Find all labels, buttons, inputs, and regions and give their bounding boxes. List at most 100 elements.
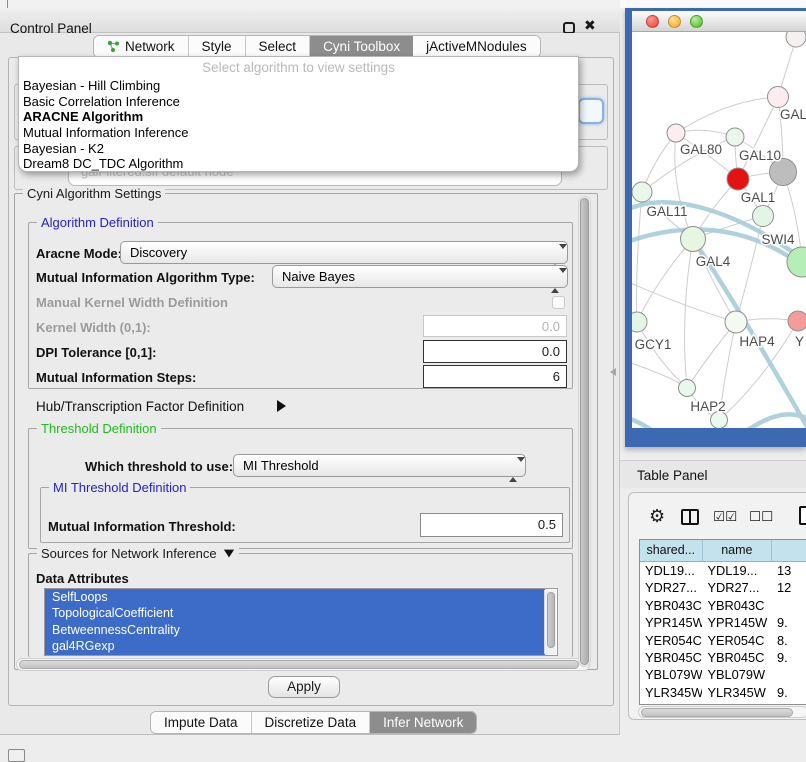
- algorithm-combo-fragment[interactable]: [578, 98, 604, 124]
- settings-horizontal-scrollbar[interactable]: [16, 658, 590, 671]
- table-row[interactable]: YBR043CYBR043C: [640, 597, 806, 614]
- cell: YLR345W: [640, 684, 702, 701]
- cell: YLR345W: [702, 684, 772, 701]
- attribute-item-selected[interactable]: gal4RGexp: [45, 638, 545, 654]
- tab-impute-data[interactable]: Impute Data: [151, 712, 252, 733]
- popup-item-selected[interactable]: ARACNE Algorithm: [19, 109, 578, 125]
- attribute-item-selected[interactable]: TopologicalCoefficient: [45, 605, 545, 621]
- node-table: shared... name YDL19...YDL19...13 YDR27.…: [639, 539, 806, 705]
- deselect-all-icon[interactable]: ☐☐: [749, 509, 773, 525]
- node-GAL10[interactable]: [726, 128, 744, 146]
- network-window-titlebar[interactable]: [632, 11, 806, 32]
- table-row[interactable]: YBL079WYBL079W: [640, 666, 806, 683]
- mi-steps-input[interactable]: 6: [423, 365, 567, 388]
- popup-item[interactable]: Basic Correlation Inference: [19, 94, 578, 110]
- attribute-item-selected[interactable]: BetweennessCentrality: [45, 622, 545, 638]
- popup-item[interactable]: Dream8 DC_TDC Algorithm: [19, 156, 578, 172]
- which-threshold-combo[interactable]: MI Threshold: [233, 454, 526, 477]
- cell: YDL19...: [702, 562, 772, 579]
- scrollbar-thumb[interactable]: [19, 660, 579, 669]
- table-header-row: shared... name: [640, 540, 806, 562]
- node-gal-pink[interactable]: [768, 87, 789, 108]
- cell: YDR27...: [702, 579, 772, 596]
- table-row[interactable]: YDR27...YDR27...12: [640, 579, 806, 596]
- mi-steps-label: Mutual Information Steps:: [36, 370, 196, 385]
- scrollbar-thumb[interactable]: [641, 708, 793, 717]
- table-row[interactable]: YER054CYER054C8.: [640, 632, 806, 649]
- table-row[interactable]: YIL052CYIL052C0.: [640, 701, 806, 705]
- import-table-icon[interactable]: [799, 506, 806, 525]
- close-icon[interactable]: ✖: [584, 18, 596, 34]
- table-row[interactable]: YDL19...YDL19...13: [640, 562, 806, 579]
- table-panel-title: Table Panel: [637, 468, 708, 483]
- node-red-selected[interactable]: [727, 168, 749, 190]
- tab-discretize-data[interactable]: Discretize Data: [252, 712, 371, 733]
- aracne-mode-combo[interactable]: Discovery: [120, 241, 568, 264]
- mi-type-combo[interactable]: Naive Bayes: [272, 265, 568, 288]
- column-header-name[interactable]: name: [703, 540, 773, 562]
- cell: 9.: [772, 684, 806, 701]
- scrollbar-thumb[interactable]: [580, 198, 589, 665]
- cell: YDL19...: [640, 562, 702, 579]
- expand-arrow-icon[interactable]: [277, 400, 286, 412]
- table-horizontal-scrollbar[interactable]: [638, 706, 806, 718]
- node-GAL80[interactable]: [667, 124, 685, 142]
- node-GAL11[interactable]: [632, 182, 652, 202]
- data-attributes-label: Data Attributes: [36, 571, 129, 586]
- node-HAP2[interactable]: [679, 380, 696, 397]
- hub-section-label[interactable]: Hub/Transcription Factor Definition: [36, 399, 244, 414]
- close-traffic-light[interactable]: [646, 15, 659, 28]
- panel-collapse-icon[interactable]: [610, 368, 616, 376]
- which-threshold-value: MI Threshold: [243, 458, 319, 473]
- popup-item[interactable]: Bayesian - Hill Climbing: [19, 78, 578, 94]
- tab-infer-network[interactable]: Infer Network: [370, 712, 476, 733]
- collapse-arrow-icon[interactable]: [223, 550, 233, 558]
- bottom-left-icon[interactable]: [8, 749, 25, 762]
- node-SWI4[interactable]: [753, 206, 774, 227]
- tab-jactivemnodules[interactable]: jActiveMNodules: [413, 36, 540, 57]
- table-row[interactable]: YLR345WYLR345W9.: [640, 684, 806, 701]
- tab-network[interactable]: Network: [94, 36, 189, 57]
- attribute-item-selected[interactable]: SelfLoops: [45, 589, 545, 605]
- node-top[interactable]: [786, 32, 806, 47]
- node-GAL4[interactable]: [681, 227, 706, 252]
- scrollbar-thumb[interactable]: [547, 592, 555, 648]
- list-vertical-scrollbar[interactable]: [544, 590, 556, 654]
- cell: YBR045C: [702, 649, 772, 666]
- cell: YBR045C: [640, 649, 702, 666]
- dpi-tolerance-input[interactable]: 0.0: [423, 340, 567, 363]
- table-row[interactable]: YPR145WYPR145W9.: [640, 614, 806, 631]
- settings-vertical-scrollbar[interactable]: [578, 196, 591, 667]
- cell: [772, 597, 806, 614]
- columns-icon[interactable]: [681, 509, 699, 525]
- bottom-tabbar: Impute Data Discretize Data Infer Networ…: [150, 711, 477, 734]
- cell: YPR145W: [640, 614, 702, 631]
- node-GCY1[interactable]: [632, 312, 647, 332]
- apply-button[interactable]: Apply: [268, 676, 340, 698]
- column-header-partial[interactable]: [772, 540, 806, 562]
- minimize-traffic-light[interactable]: [668, 15, 681, 28]
- zoom-traffic-light[interactable]: [690, 15, 703, 28]
- mi-type-value: Naive Bayes: [282, 269, 355, 284]
- network-canvas[interactable]: GAL GAL80 GAL10 GAL1 GAL11 SWI4 GAL4 GCY…: [632, 32, 806, 428]
- kernel-width-label: Kernel Width (0,1):: [36, 320, 151, 335]
- popup-item[interactable]: Mutual Information Inference: [19, 125, 578, 141]
- tab-select[interactable]: Select: [246, 36, 311, 57]
- column-header-shared[interactable]: shared...: [640, 540, 703, 562]
- select-all-icon[interactable]: ☑☑: [713, 509, 737, 525]
- data-attributes-list[interactable]: SelfLoops TopologicalCoefficient Between…: [44, 588, 558, 656]
- tab-style[interactable]: Style: [189, 36, 246, 57]
- table-row[interactable]: YBR045CYBR045C9.: [640, 649, 806, 666]
- node-salmon[interactable]: [788, 311, 806, 331]
- node-HAP4[interactable]: [725, 311, 747, 333]
- cell: YBL079W: [702, 666, 772, 683]
- screen: Control Panel ✖ Network Style Select Cyn…: [0, 0, 806, 762]
- popup-item[interactable]: Bayesian - K2: [19, 141, 578, 157]
- aracne-mode-label: Aracne Mode:: [36, 246, 122, 261]
- tab-cyni-toolbox-label: Cyni Toolbox: [323, 39, 400, 54]
- tab-cyni-toolbox[interactable]: Cyni Toolbox: [310, 36, 413, 57]
- mi-threshold-input[interactable]: 0.5: [420, 513, 563, 537]
- gear-icon[interactable]: ⚙: [649, 506, 665, 527]
- node-label: GAL: [780, 107, 806, 122]
- cell: 9.: [772, 614, 806, 631]
